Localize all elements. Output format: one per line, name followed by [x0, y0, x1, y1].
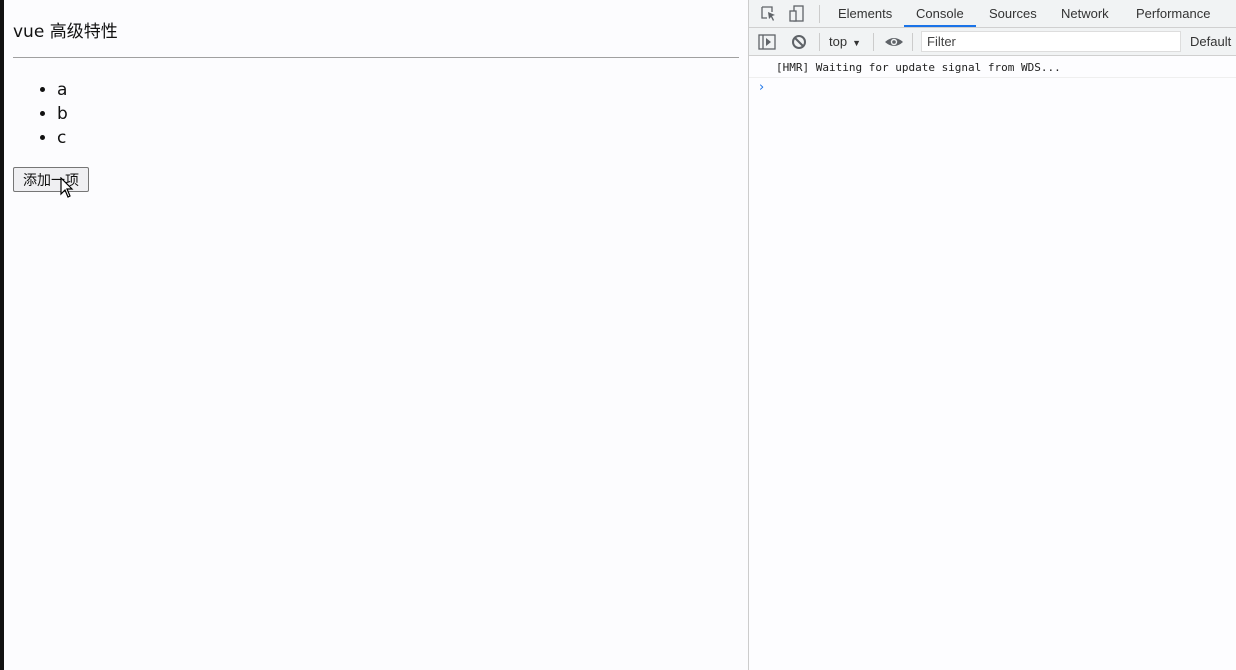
- page-title: vue 高级特性: [13, 22, 118, 42]
- live-expression-eye-icon[interactable]: [884, 32, 904, 52]
- list-item: b: [57, 102, 68, 126]
- tab-sources[interactable]: Sources: [977, 0, 1049, 27]
- context-selector[interactable]: top ▼: [829, 34, 861, 49]
- sidebar-toggle-icon[interactable]: [757, 32, 777, 52]
- tab-console[interactable]: Console: [904, 0, 976, 27]
- console-prompt[interactable]: ›: [749, 78, 1236, 98]
- console-message: [HMR] Waiting for update signal from WDS…: [749, 57, 1236, 78]
- dropdown-arrow-icon: ▼: [852, 38, 861, 48]
- item-list: a b c: [37, 78, 68, 150]
- divider: [13, 57, 739, 58]
- separator: [912, 33, 913, 51]
- list-item: a: [57, 78, 68, 102]
- tab-performance[interactable]: Performance: [1124, 0, 1222, 27]
- filter-input[interactable]: Filter: [921, 31, 1181, 52]
- separator: [819, 5, 820, 23]
- device-toolbar-icon[interactable]: [787, 4, 807, 24]
- page-content: vue 高级特性 a b c 添加一项: [4, 0, 748, 670]
- add-item-button[interactable]: 添加一项: [13, 167, 89, 192]
- list-item: c: [57, 126, 68, 150]
- log-levels-dropdown[interactable]: Default: [1190, 34, 1231, 49]
- devtools-panel: Elements Console Sources Network Perform…: [748, 0, 1236, 670]
- separator: [819, 33, 820, 51]
- mouse-cursor-icon: [60, 177, 74, 198]
- separator: [873, 33, 874, 51]
- tab-network[interactable]: Network: [1049, 0, 1121, 27]
- devtools-tabbar: Elements Console Sources Network Perform…: [749, 0, 1236, 28]
- context-value: top: [829, 34, 848, 49]
- inspect-element-icon[interactable]: [759, 4, 779, 24]
- clear-console-icon[interactable]: [789, 32, 809, 52]
- console-toolbar: top ▼ Filter Default: [749, 28, 1236, 56]
- tab-elements[interactable]: Elements: [826, 0, 904, 27]
- console-output: [HMR] Waiting for update signal from WDS…: [749, 57, 1236, 98]
